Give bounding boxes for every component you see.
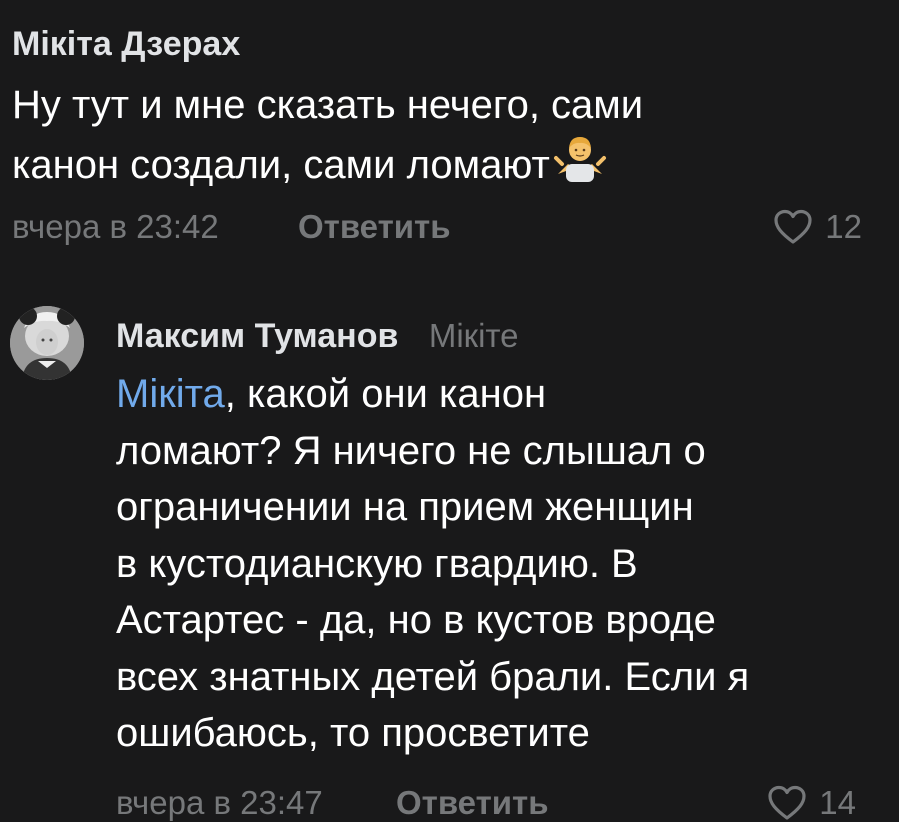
comment-text-line: ошибаюсь, то просветите (116, 711, 590, 755)
comment-text: Ну тут и мне сказать нечего, сами канон … (12, 76, 872, 198)
comment-meta: вчера в 23:42 Ответить 12 (12, 202, 862, 252)
avatar[interactable] (10, 306, 84, 380)
comment-author[interactable]: Мікіта Дзерах (12, 18, 872, 70)
comment-text: Мікіта, какой они канон ломают? Я ничего… (116, 366, 816, 762)
comment-time: вчера в 23:47 (116, 784, 323, 821)
comment-text-line: Ну тут и мне сказать нечего, сами (12, 83, 644, 127)
comment: Мікіта Дзерах Ну тут и мне сказать нечег… (12, 18, 872, 245)
heart-icon (773, 209, 825, 245)
comment-text-line: в кустодианскую гвардию. В (116, 541, 638, 586)
comment-text-line: всех знатных детей брали. Если я (116, 654, 750, 699)
reply-to-link[interactable]: Мікіте (429, 317, 519, 354)
heart-icon (767, 785, 819, 821)
comments-screen: Мікіта Дзерах Ну тут и мне сказать нечег… (0, 0, 899, 822)
like-count: 14 (819, 784, 856, 821)
comment-body: Максим Туманов Мікіте Мікіта, какой они … (116, 306, 886, 821)
comment-text-fragment: , какой они канон (224, 372, 547, 416)
comment-author[interactable]: Максим Туманов (116, 317, 398, 355)
comment-text-line-content: канон создали, сами ломают (12, 143, 550, 187)
like-button[interactable]: 14 (767, 778, 856, 822)
reply-button[interactable]: Ответить (298, 202, 451, 252)
comment-time: вчера в 23:42 (12, 208, 219, 245)
reply-button[interactable]: Ответить (396, 778, 549, 822)
comment-text-line: ограничении на прием женщин (116, 485, 694, 529)
mention-link[interactable]: Мікіта (116, 372, 225, 416)
comment-text-line: Мікіта, какой они канон (116, 366, 816, 423)
like-count: 12 (825, 208, 862, 245)
comment-text-line: ломают? Я ничего не слышал о (116, 428, 706, 473)
like-button[interactable]: 12 (773, 202, 862, 252)
comment-text-line: канон создали, сами ломают (12, 134, 872, 198)
comment-header: Максим Туманов Мікіте (116, 306, 886, 366)
person-shrugging-emoji-icon (552, 134, 608, 198)
comment-text-line: Астартес - да, но в кустов вроде (116, 598, 716, 642)
comment-meta: вчера в 23:47 Ответить 14 (116, 778, 856, 822)
